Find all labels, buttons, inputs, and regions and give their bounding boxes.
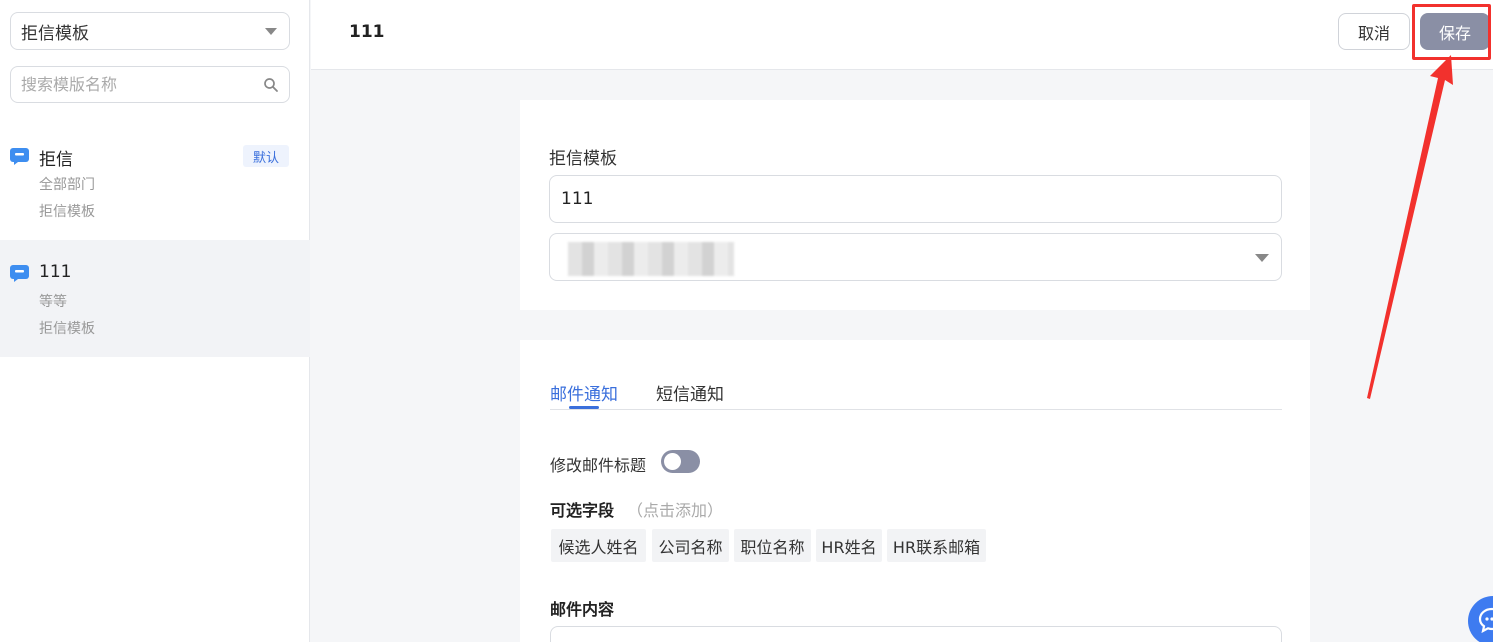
notification-card: 邮件通知 短信通知 修改邮件标题 可选字段 （点击添加） 候选人姓名 公司名称 …: [520, 340, 1310, 642]
editor-header: 111 取消 保存: [311, 0, 1493, 70]
template-name: 拒信: [39, 150, 73, 170]
help-chat-button[interactable]: [1468, 596, 1493, 642]
field-chip[interactable]: 职位名称: [734, 529, 811, 562]
chevron-down-icon: [1255, 254, 1269, 262]
edit-subject-toggle[interactable]: [661, 450, 700, 473]
blurred-department-value: [568, 242, 734, 276]
cancel-button[interactable]: 取消: [1338, 13, 1410, 50]
department-select[interactable]: [549, 233, 1282, 281]
active-tab-indicator: [569, 406, 599, 409]
email-content-editor[interactable]: [550, 626, 1282, 642]
template-list-item[interactable]: 拒信 全部部门 拒信模板: [0, 123, 310, 240]
chat-bubble-icon: [10, 265, 29, 282]
template-category: 拒信模板: [39, 204, 95, 220]
template-department: 等等: [39, 294, 67, 310]
page-title: 111: [349, 22, 385, 42]
tab-email[interactable]: 邮件通知: [550, 380, 618, 405]
template-name-input[interactable]: [549, 175, 1282, 223]
field-chip[interactable]: 候选人姓名: [551, 529, 646, 562]
template-list-item[interactable]: 111 等等 拒信模板: [0, 240, 310, 357]
field-chip[interactable]: HR姓名: [816, 529, 882, 562]
template-category: 拒信模板: [39, 321, 95, 337]
edit-subject-label: 修改邮件标题: [550, 456, 647, 475]
chat-help-icon: [1478, 607, 1493, 633]
default-badge: 默认: [243, 145, 289, 167]
email-content-title: 邮件内容: [550, 600, 615, 619]
toggle-knob: [664, 453, 681, 470]
optional-fields-hint: （点击添加）: [627, 501, 724, 520]
tab-sms[interactable]: 短信通知: [656, 380, 724, 405]
search-icon[interactable]: [263, 77, 279, 93]
template-name: 111: [39, 262, 72, 282]
chat-bubble-icon: [10, 148, 29, 165]
template-search: [10, 66, 290, 103]
notification-tabs: 邮件通知 短信通知: [550, 380, 1282, 410]
search-input[interactable]: [11, 67, 251, 102]
basic-info-card: 拒信模板: [520, 100, 1310, 310]
template-type-select[interactable]: 拒信模板: [10, 12, 290, 50]
field-chip[interactable]: HR联系邮箱: [887, 529, 986, 562]
field-chip[interactable]: 公司名称: [652, 529, 729, 562]
template-department: 全部部门: [39, 177, 95, 193]
template-type-value: 拒信模板: [21, 23, 89, 44]
chevron-down-icon: [265, 28, 277, 35]
template-type-label: 拒信模板: [549, 149, 617, 169]
save-button[interactable]: 保存: [1420, 13, 1490, 50]
optional-fields-title: 可选字段: [550, 501, 615, 520]
template-sidebar: 拒信模板 拒信 全部部门 拒信模板 默认 111 等等 拒信模板: [0, 0, 310, 642]
